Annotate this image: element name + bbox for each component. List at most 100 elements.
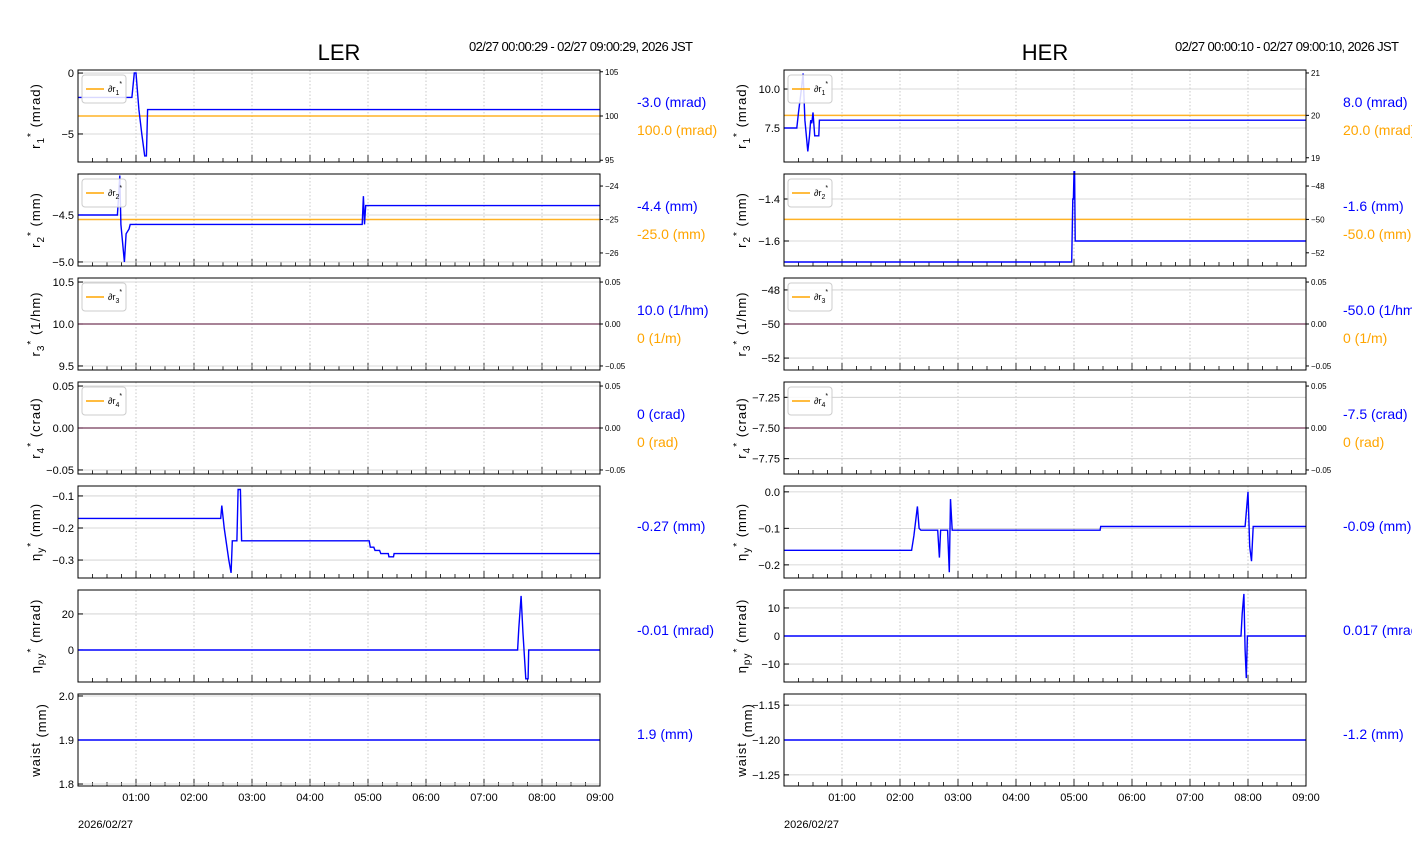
y-axis-label: r1* (mrad): [732, 83, 753, 149]
right-y-tick-label: −50: [1311, 215, 1325, 224]
current-value-label: -1.6 (mm): [1343, 198, 1404, 214]
y-tick-label: 0: [68, 68, 74, 80]
series-line: [784, 593, 1306, 679]
right-y-tick-label: 0.05: [1311, 278, 1327, 287]
y-tick-label: −7.75: [752, 454, 780, 466]
panel-waist: 2.0 1.9 1.8 waist (mm) 1.9 (mm): [28, 691, 693, 791]
x-tick-label: 04:00: [1002, 792, 1030, 804]
x-tick-label: 05:00: [1060, 792, 1088, 804]
right-y-tick-label: −0.05: [1311, 466, 1332, 475]
y-label-unit: (mm): [28, 192, 43, 231]
legend-subscript: 3: [821, 298, 825, 305]
legend: ∂r4*: [81, 386, 127, 416]
y-tick-label: −48: [761, 285, 780, 297]
series-line: [784, 73, 1306, 152]
x-tick-label: 02:00: [886, 792, 914, 804]
y-tick-label: 0: [68, 645, 74, 657]
y-axis-label: r2* (mm): [732, 192, 753, 248]
y-tick-label: 10.5: [53, 277, 74, 289]
right-y-tick-label: 0.05: [605, 278, 621, 287]
y-label-symbol: η: [28, 553, 43, 561]
y-label-symbol: waist: [28, 742, 43, 778]
y-tick-label: −0.1: [52, 491, 74, 503]
y-axis-label: r3* (1/hm): [732, 292, 753, 357]
y-tick-label: −5.0: [52, 257, 74, 269]
y-label-symbol: η: [734, 665, 749, 673]
panel-ηpy: 10 0 −10 ηpy* (mrad) 0.017 (mrad): [732, 589, 1412, 683]
y-tick-label: 1.9: [59, 735, 74, 747]
plot-frame: [783, 485, 1307, 579]
y-tick-label: 0.0: [765, 487, 780, 499]
legend-symbol: ∂r: [108, 292, 115, 302]
legend-symbol: ∂r: [814, 188, 821, 198]
right-y-tick-label: −0.05: [1311, 362, 1332, 371]
x-tick-label: 07:00: [1176, 792, 1204, 804]
panel-r4: 0.050.00−0.050.050.00−0.05∂r4*r4* (crad)…: [26, 381, 685, 477]
right-y-tick-label: −48: [1311, 182, 1325, 191]
right-y-tick-label: −0.05: [605, 362, 626, 371]
right-y-tick-label: 105: [605, 68, 619, 77]
right-y-tick-label: 20: [1311, 111, 1320, 120]
y-tick-label: −0.3: [52, 555, 74, 567]
y-tick-label: −0.1: [758, 523, 780, 535]
legend-superscript: *: [825, 289, 828, 296]
legend: ∂r4*: [787, 386, 833, 416]
panel-r3: 10.510.09.50.050.00−0.05∂r3*r3* (1/hm) 10…: [26, 277, 709, 373]
y-label-symbol: waist: [734, 742, 749, 778]
current-value-label: 0.017 (mrad): [1343, 622, 1412, 638]
right-y-tick-label: 0.00: [1311, 320, 1327, 329]
legend-subscript: 3: [115, 298, 119, 305]
right-y-tick-label: −0.05: [605, 466, 626, 475]
x-tick-label: 05:00: [354, 792, 382, 804]
y-label-symbol: η: [28, 665, 43, 673]
x-tick-label: 06:00: [1118, 792, 1146, 804]
y-tick-label: 10.0: [53, 319, 74, 331]
panel-waist: −1.15 −1.20 −1.25waist (mm) -1.2 (mm): [734, 693, 1404, 787]
y-tick-label: −10: [761, 659, 780, 671]
legend-symbol: ∂r: [108, 84, 115, 94]
legend: ∂r2*: [787, 178, 833, 208]
x-tick-label: 09:00: [1292, 792, 1320, 804]
time-range-label: 02/27 00:00:10 - 02/27 09:00:10, 2026 JS…: [1175, 39, 1399, 54]
legend-superscript: *: [119, 185, 122, 192]
series-line: [78, 595, 600, 680]
x-tick-label: 08:00: [1234, 792, 1262, 804]
reference-value-label: 0 (rad): [637, 434, 678, 450]
y-label-unit: (mrad): [734, 599, 749, 648]
series-line: [78, 72, 600, 157]
reference-value-label: -25.0 (mm): [637, 226, 705, 242]
legend-symbol: ∂r: [814, 84, 821, 94]
y-tick-label: 0.05: [53, 381, 74, 393]
current-value-label: -1.2 (mm): [1343, 726, 1404, 742]
y-axis-label: ηpy* (mrad): [732, 599, 753, 674]
ler-chart: LER 02/27 00:00:29 - 02/27 09:00:29, 2026…: [26, 39, 717, 831]
series-line: [784, 491, 1306, 573]
y-axis-label: ηpy* (mrad): [26, 599, 47, 674]
y-tick-label: 0.00: [53, 423, 74, 435]
legend-symbol: ∂r: [814, 292, 821, 302]
current-value-label: -0.09 (mm): [1343, 518, 1411, 534]
x-tick-label: 01:00: [828, 792, 856, 804]
y-label-unit: (mm): [734, 503, 749, 542]
y-axis-label: r2* (mm): [26, 192, 47, 248]
legend-subscript: 1: [115, 90, 119, 97]
reference-value-label: 20.0 (mrad): [1343, 122, 1412, 138]
y-tick-label: −7.50: [752, 423, 780, 435]
y-tick-label: −1.15: [752, 700, 780, 712]
y-axis-label: ηy* (mm): [732, 503, 753, 561]
y-tick-label: −1.20: [752, 735, 780, 747]
legend-subscript: 4: [115, 402, 119, 409]
y-label-subscript: py: [742, 653, 753, 666]
reference-value-label: -50.0 (mm): [1343, 226, 1411, 242]
y-axis-label: r4* (crad): [26, 397, 47, 458]
y-tick-label: 2.0: [59, 691, 74, 703]
y-label-unit: (mrad): [734, 83, 749, 132]
y-axis-label: waist (mm): [734, 703, 755, 778]
current-value-label: -7.5 (crad): [1343, 406, 1408, 422]
y-axis-label: r1* (mrad): [26, 83, 47, 149]
y-tick-label: −0.2: [52, 523, 74, 535]
legend: ∂r2*: [81, 178, 127, 208]
date-label: 2026/02/27: [78, 819, 133, 831]
y-tick-label: 10: [768, 603, 780, 615]
legend: ∂r1*: [787, 74, 833, 104]
